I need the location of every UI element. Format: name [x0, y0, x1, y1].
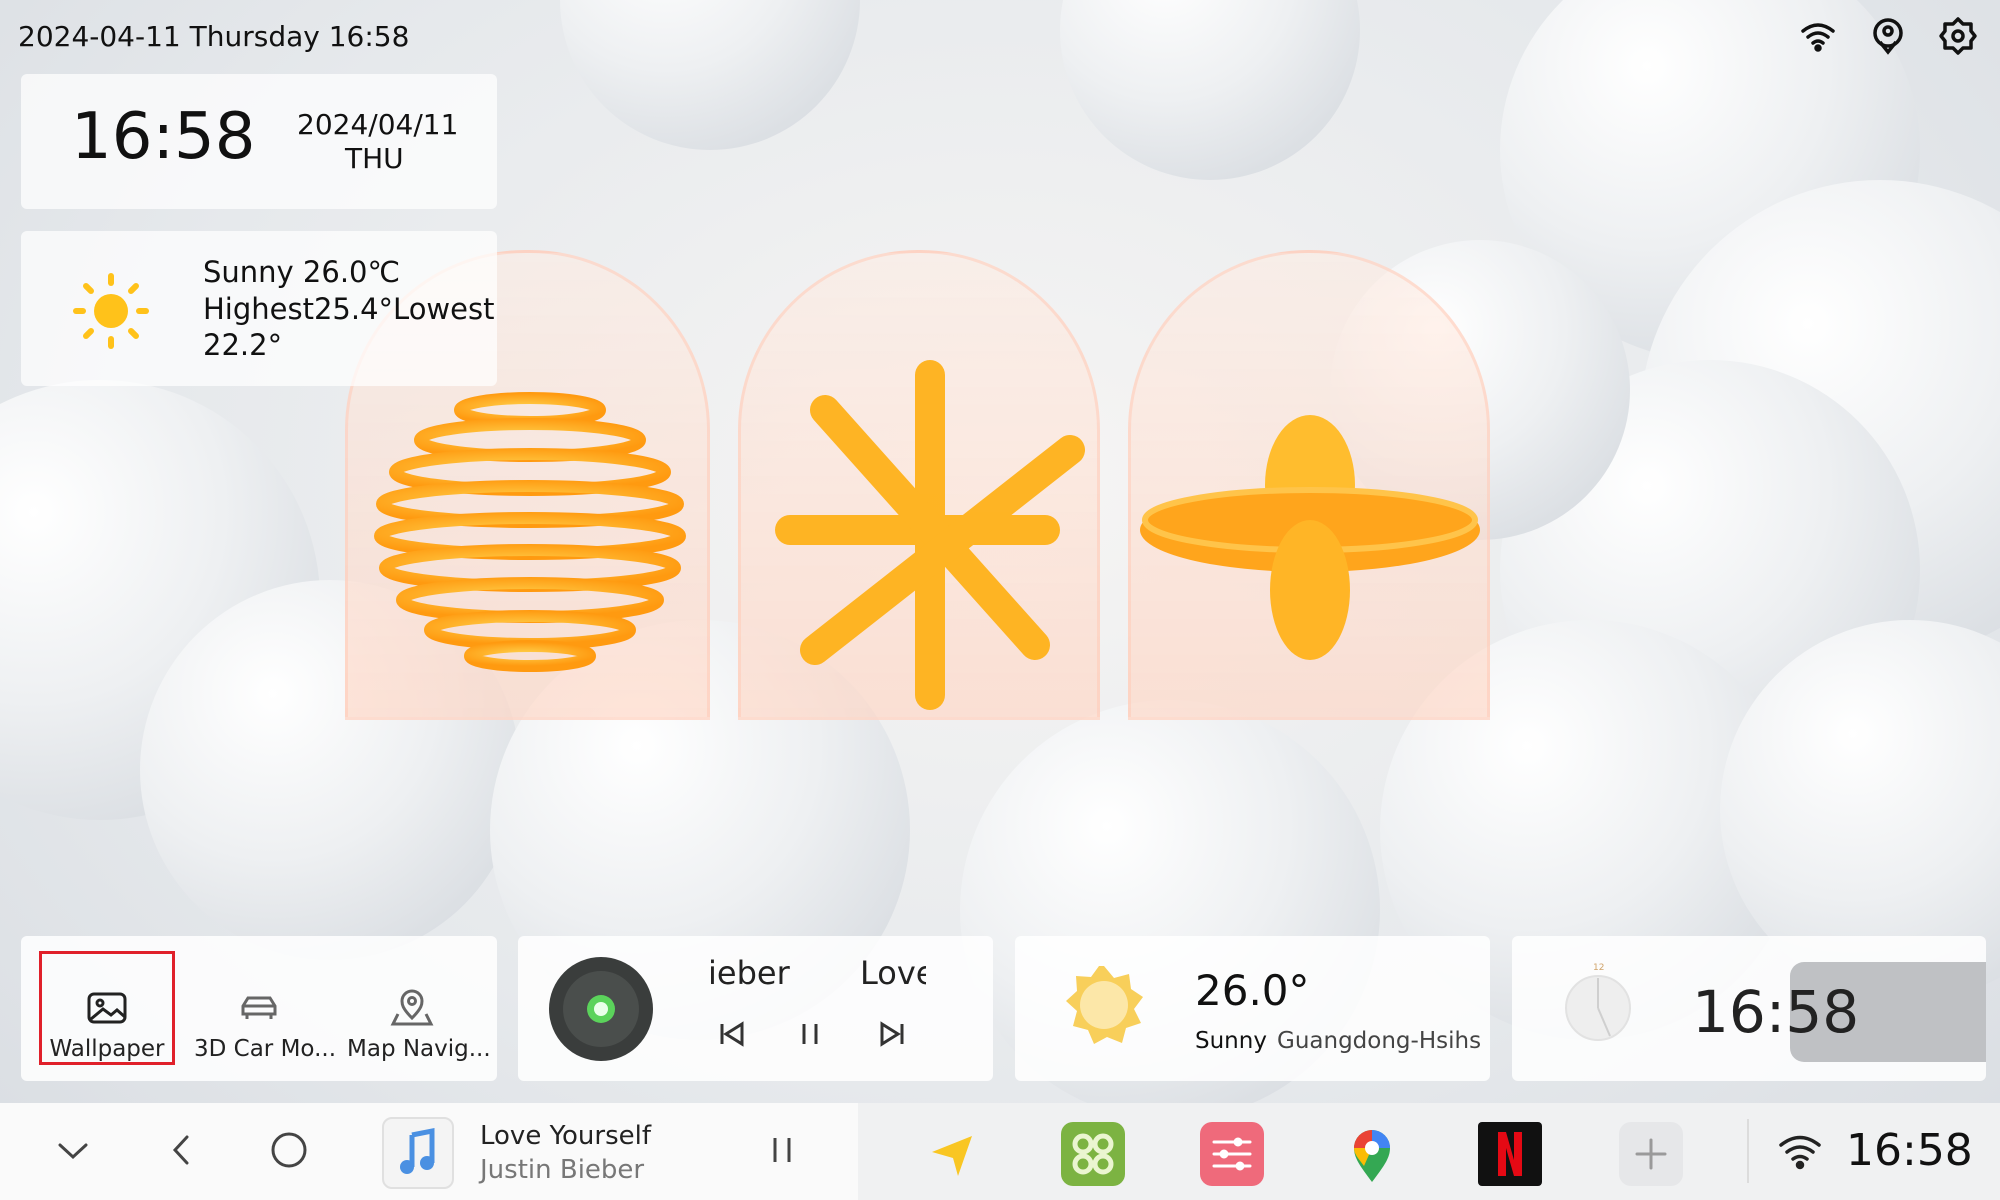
clock-time: 16:58 — [71, 100, 256, 174]
clock-widget[interactable]: 16:58 2024/04/11 THU — [21, 74, 497, 209]
pause-icon[interactable] — [757, 1125, 807, 1175]
navigation-icon[interactable] — [920, 1122, 984, 1186]
wallpaper-shortcut[interactable]: Wallpaper — [39, 951, 175, 1065]
now-playing-artist: Justin Bieber — [480, 1155, 645, 1185]
weather-card-temp: 26.0° — [1195, 966, 1310, 1015]
weather-card-condition: Sunny — [1195, 1028, 1267, 1054]
shortcut-label: 3D Car Mo... — [194, 1036, 337, 1062]
shortcut-label: Map Navig... — [347, 1036, 491, 1062]
car-icon — [237, 988, 281, 1028]
status-bar: 2024-04-11 Thursday 16:58 — [0, 0, 2000, 70]
3d-car-model-shortcut[interactable]: 3D Car Mo... — [194, 954, 337, 1062]
weather-sun-icon — [1063, 964, 1145, 1046]
map-navigation-shortcut[interactable]: Map Navig... — [347, 954, 491, 1062]
home-icon[interactable] — [264, 1125, 314, 1175]
now-playing-title: Love Yourself — [480, 1121, 652, 1151]
location-icon[interactable] — [1868, 16, 1908, 56]
weather-high-low: Highest25.4°Lowest — [203, 292, 495, 326]
pause-icon[interactable] — [792, 1016, 828, 1052]
music-app-icon[interactable] — [382, 1117, 454, 1189]
status-datetime: 2024-04-11 Thursday 16:58 — [18, 20, 410, 53]
clock-date: 2024/04/11 — [297, 108, 459, 141]
music-title-scroll: Love — [860, 954, 926, 992]
google-maps-icon[interactable] — [1340, 1122, 1404, 1186]
wifi-icon[interactable] — [1776, 1129, 1824, 1173]
navbar-divider — [1747, 1119, 1749, 1183]
equalizer-icon[interactable] — [1200, 1122, 1264, 1186]
analog-clock-time: 16:58 — [1692, 978, 1860, 1046]
weather-widget[interactable]: Sunny 26.0℃ Highest25.4°Lowest 22.2° — [21, 231, 497, 386]
previous-track-icon[interactable] — [714, 1016, 750, 1052]
wifi-icon[interactable] — [1798, 16, 1838, 56]
analog-clock-widget[interactable]: 12 16:58 — [1512, 936, 1986, 1081]
clock-weekday: THU — [345, 142, 404, 175]
collapse-down-icon[interactable] — [48, 1125, 98, 1175]
clock-marker-label: 12 — [1593, 963, 1604, 973]
shortcut-label: Wallpaper — [49, 1036, 165, 1062]
weather-condition: Sunny 26.0℃ — [203, 255, 401, 289]
apps-icon[interactable] — [1061, 1122, 1125, 1186]
navigation-bar: Love Yourself Justin Bieber 16:58 — [0, 1103, 2000, 1200]
shortcuts-card: Wallpaper 3D Car Mo... Map Navig... — [21, 936, 497, 1081]
settings-icon[interactable] — [1938, 16, 1978, 56]
next-track-icon[interactable] — [874, 1016, 910, 1052]
music-widget[interactable]: ieber Love — [518, 936, 993, 1081]
netflix-icon[interactable] — [1478, 1122, 1542, 1186]
back-icon[interactable] — [157, 1125, 207, 1175]
sun-icon — [73, 273, 149, 349]
weather-card[interactable]: 26.0° Sunny Guangdong-Hsihs — [1015, 936, 1490, 1081]
add-icon[interactable] — [1619, 1122, 1683, 1186]
music-artist-scroll: ieber — [708, 954, 790, 992]
map-pin-icon — [390, 988, 434, 1028]
weather-card-location: Guangdong-Hsihs — [1277, 1028, 1482, 1054]
wallpaper-icon — [85, 988, 129, 1028]
album-disc-icon[interactable] — [548, 956, 654, 1062]
weather-low-value: 22.2° — [203, 328, 283, 362]
analog-clock-icon: 12 — [1564, 960, 1634, 1060]
navbar-time: 16:58 — [1846, 1125, 1973, 1176]
